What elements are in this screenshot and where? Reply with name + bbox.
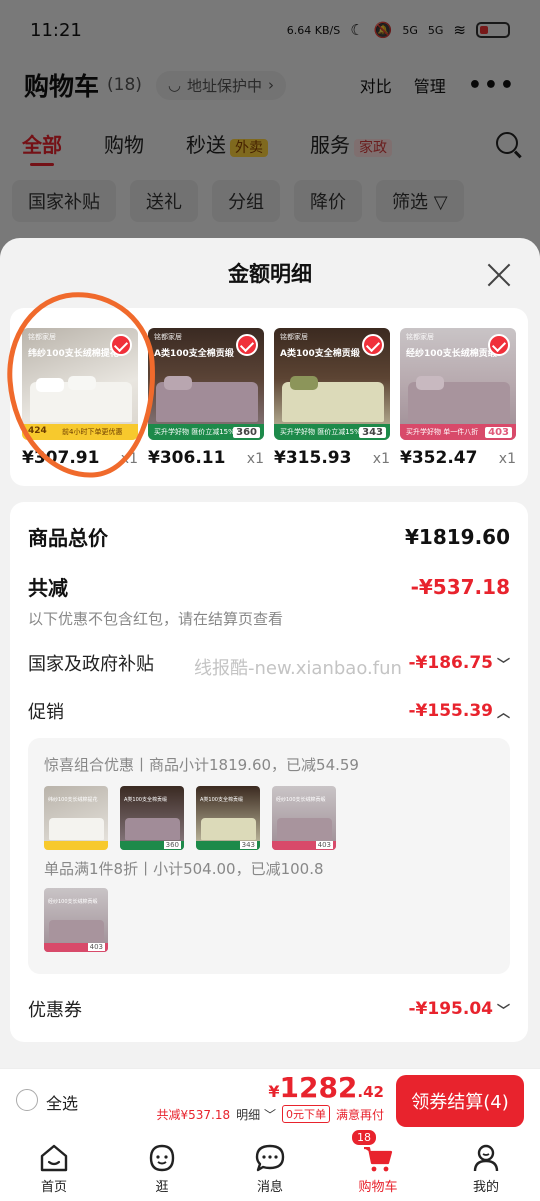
product-item[interactable]: 铭都家居 A类100支全棉贡缎 买升学好物 匯价立减15% 360 ¥306.1… <box>148 328 264 468</box>
promo-value: -¥155.39 <box>408 701 493 721</box>
brand-logo: 铭都家居 <box>406 333 434 341</box>
nav-home[interactable]: 首页 <box>0 1134 108 1201</box>
product-item[interactable]: 铭都家居 A类100支全棉贡缎 买升学好物 匯价立减15% 343 ¥315.9… <box>274 328 390 468</box>
checkout-button[interactable]: 领券结算(4) <box>396 1075 524 1127</box>
goods-total-value: ¥1819.60 <box>404 524 510 549</box>
close-icon[interactable] <box>486 262 512 288</box>
selected-check-icon <box>362 334 384 356</box>
profile-icon <box>473 1144 499 1172</box>
discount-note: 以下优惠不包含红包，请在结算页查看 <box>28 610 284 628</box>
home-icon <box>40 1144 68 1172</box>
price-details-card: 商品总价 ¥1819.60 共减 -¥537.18 以下优惠不包含红包，请在结算… <box>10 502 528 1042</box>
bottom-nav: 首页 逛 消息 18 购物车 我的 <box>0 1128 540 1201</box>
nav-messages[interactable]: 消息 <box>216 1134 324 1201</box>
message-icon <box>255 1144 285 1172</box>
pay-later-text: 满意再付 <box>335 1107 384 1122</box>
nav-browse[interactable]: 逛 <box>108 1134 216 1201</box>
promo-details-box: 惊喜组合优惠丨商品小计1819.60，已减54.59 纬纱100支长绒棉提花 A… <box>28 738 510 974</box>
discount-summary: 共减¥537.18 <box>156 1107 231 1122</box>
nav-mine[interactable]: 我的 <box>432 1134 540 1201</box>
promo-thumb: A类100支全棉贡缎 360 <box>120 786 184 850</box>
chevron-up-icon: ︿ <box>496 705 510 721</box>
product-image: 铭都家居 A类100支全棉贡缎 买升学好物 匯价立减15% 343 <box>274 328 390 440</box>
product-qty: x1 <box>372 451 390 467</box>
chevron-down-icon: ﹀ <box>263 1107 276 1122</box>
sheet-title: 金额明细 <box>228 262 312 286</box>
product-image: 铭都家居 经纱100支长绒棉贡缎 买升学好物 单一件八折 403 <box>400 328 516 440</box>
product-price: ¥315.93 <box>274 448 352 468</box>
product-image: 铭都家居 A类100支全棉贡缎 买升学好物 匯价立减15% 360 <box>148 328 264 440</box>
subsidy-value: -¥186.75 <box>408 653 493 673</box>
cart-badge: 18 <box>350 1128 378 1147</box>
product-qty: x1 <box>498 451 516 467</box>
total-discount-row: 共减 -¥537.18 <box>28 574 510 601</box>
promo-group-single: 单品满1件8折丨小计504.00，已减100.8 <box>44 860 324 878</box>
brand-logo: 铭都家居 <box>280 333 308 341</box>
coupon-row[interactable]: 优惠券 -¥195.04 ﹀ <box>28 996 510 1022</box>
nav-cart[interactable]: 18 购物车 <box>324 1128 432 1201</box>
select-all-label[interactable]: 全选 <box>46 1090 78 1114</box>
selected-check-icon <box>236 334 258 356</box>
watermark: 线报酷-new.xianbao.fun <box>194 658 402 679</box>
brand-logo: 铭都家居 <box>154 333 182 341</box>
promo-group-combo: 惊喜组合优惠丨商品小计1819.60，已减54.59 <box>44 756 359 774</box>
amount-detail-sheet: 金额明细 铭都家居 纬纱100支长绒棉提花 424 前4小时下单更优惠 ¥307… <box>0 238 540 1068</box>
selected-check-icon <box>488 334 510 356</box>
total-discount-value: -¥537.18 <box>410 574 510 599</box>
promo-thumb: A类100支全棉贡缎 343 <box>196 786 260 850</box>
product-item[interactable]: 铭都家居 经纱100支长绒棉贡缎 买升学好物 单一件八折 403 ¥352.47… <box>400 328 516 468</box>
checkout-bar: 全选 ¥ 1282 .42 共减¥537.18 明细 ﹀ 0元下单 满意再付 领… <box>0 1068 540 1134</box>
zero-order-chip: 0元下单 <box>281 1105 330 1123</box>
chevron-down-icon: ﹀ <box>496 1003 510 1019</box>
browse-face-icon <box>149 1144 175 1172</box>
product-price: ¥306.11 <box>148 448 226 468</box>
select-all-radio[interactable] <box>16 1089 38 1111</box>
promo-row[interactable]: 促销 -¥155.39 ︿ <box>28 698 510 724</box>
product-price: ¥352.47 <box>400 448 478 468</box>
promo-thumb: 经纱100支长绒棉贡缎 403 <box>272 786 336 850</box>
goods-total-row: 商品总价 ¥1819.60 <box>28 524 510 551</box>
product-qty: x1 <box>246 451 264 467</box>
detail-toggle[interactable]: 明细 ﹀ <box>236 1106 276 1123</box>
chevron-down-icon: ﹀ <box>496 657 510 673</box>
total-price: ¥ 1282 .42 <box>268 1071 384 1104</box>
coupon-value: -¥195.04 <box>408 999 493 1019</box>
promo-thumb: 经纱100支长绒棉贡缎 403 <box>44 888 108 952</box>
promo-thumb: 纬纱100支长绒棉提花 <box>44 786 108 850</box>
